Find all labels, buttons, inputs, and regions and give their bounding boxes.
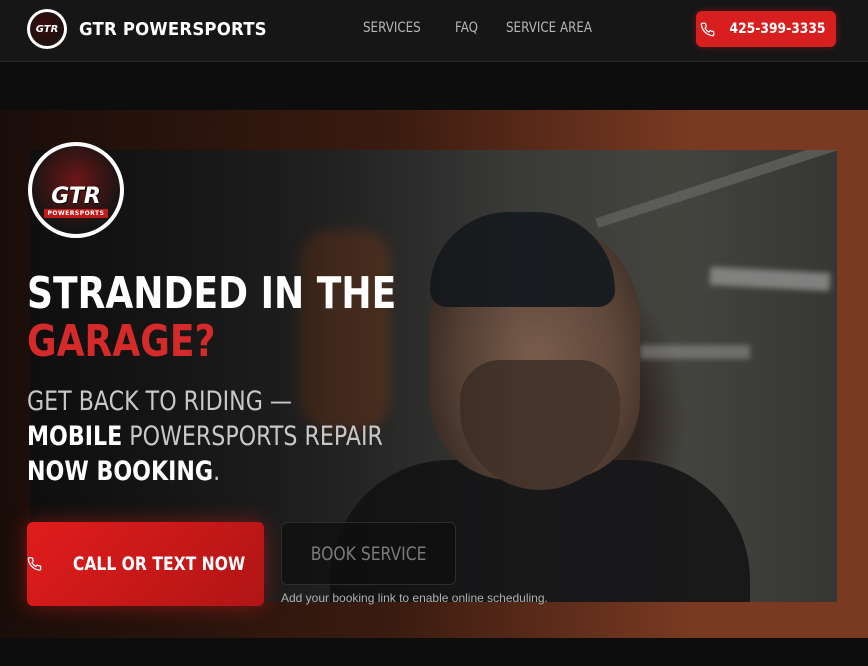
brand-logo-text: GTR: [35, 23, 59, 35]
call-or-text-label: CALL OR TEXT NOW: [72, 553, 246, 575]
nav-faq[interactable]: FAQ: [455, 20, 478, 36]
brand-logo: GTR: [27, 9, 67, 49]
call-or-text-button[interactable]: CALL OR TEXT NOW: [27, 522, 264, 606]
headline-line2: GARAGE?: [27, 316, 216, 367]
sub-line2-bold: MOBILE: [27, 421, 123, 452]
hero-logo-text: GTR: [51, 184, 101, 209]
header-phone-label: 425-399-3335: [729, 21, 826, 37]
hero-subheadline: GET BACK TO RIDING — MOBILE POWERSPORTS …: [27, 384, 383, 489]
sub-line1: GET BACK TO RIDING —: [27, 386, 293, 417]
sub-line3-bold: NOW BOOKING: [27, 456, 214, 487]
phone-icon: [27, 557, 42, 571]
hero-headline: STRANDED IN THE GARAGE?: [27, 270, 396, 366]
book-service-button[interactable]: BOOK SERVICE: [281, 522, 456, 585]
headline-line1: STRANDED IN THE: [27, 268, 397, 319]
booking-hint: Add your booking link to enable online s…: [281, 591, 548, 605]
brand-name: GTR POWERSPORTS: [79, 18, 267, 40]
hero-logo: GTR POWERSPORTS: [28, 142, 124, 238]
main-nav: SERVICES FAQ SERVICE AREA: [363, 20, 607, 36]
book-service-label: BOOK SERVICE: [310, 542, 427, 565]
brand-home-link[interactable]: GTR GTR POWERSPORTS: [27, 9, 283, 49]
sub-line2-rest: POWERSPORTS REPAIR: [122, 421, 383, 452]
nav-service-area[interactable]: SERVICE AREA: [506, 20, 592, 36]
hero-logo-subtext: POWERSPORTS: [43, 209, 109, 218]
site-header: GTR GTR POWERSPORTS SERVICES FAQ SERVICE…: [0, 0, 868, 62]
phone-icon: [700, 22, 715, 36]
nav-services[interactable]: SERVICES: [363, 20, 421, 36]
sub-line3-rest: .: [213, 456, 221, 487]
header-phone-button[interactable]: 425-399-3335: [696, 11, 836, 47]
